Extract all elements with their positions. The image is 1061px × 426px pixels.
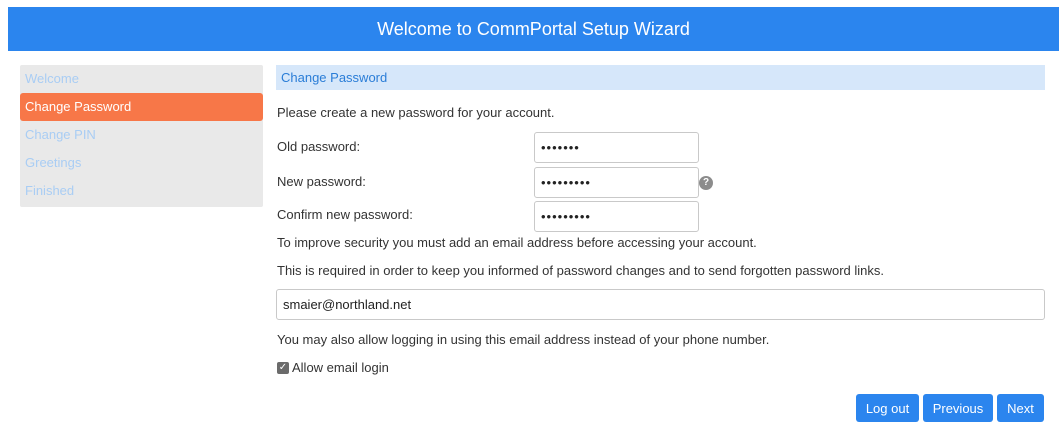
old-password-label: Old password: [277, 139, 361, 154]
change-password-panel: Change Password Please create a new pass… [276, 65, 1045, 426]
sidebar-item-change-pin[interactable]: Change PIN [20, 121, 263, 149]
old-password-field[interactable]: ••••••• [534, 132, 699, 163]
email-field[interactable]: smaier@northland.net [276, 289, 1045, 320]
security-note: To improve security you must add an emai… [277, 235, 757, 250]
intro-text: Please create a new password for your ac… [277, 105, 555, 120]
allow-email-login-checkbox[interactable]: ✓ [277, 362, 289, 374]
confirm-password-field[interactable]: ••••••••• [534, 201, 699, 232]
previous-button[interactable]: Previous [923, 394, 993, 422]
sidebar-item-welcome[interactable]: Welcome [20, 65, 263, 93]
wizard-header: Welcome to CommPortal Setup Wizard [8, 7, 1059, 51]
new-password-label: New password: [277, 174, 366, 189]
sidebar-item-change-password[interactable]: Change Password [20, 93, 263, 121]
confirm-password-label: Confirm new password: [277, 207, 413, 222]
sidebar-item-finished[interactable]: Finished [20, 177, 263, 205]
allow-email-login-label[interactable]: Allow email login [292, 360, 389, 375]
wizard-steps-sidebar: Welcome Change Password Change PIN Greet… [20, 65, 263, 207]
sidebar-item-greetings[interactable]: Greetings [20, 149, 263, 177]
help-icon[interactable]: ? [699, 176, 713, 190]
new-password-field[interactable]: ••••••••• [534, 167, 699, 198]
wizard-title: Welcome to CommPortal Setup Wizard [377, 18, 690, 39]
logout-button[interactable]: Log out [856, 394, 919, 422]
email-login-note: You may also allow logging in using this… [277, 332, 770, 347]
next-button[interactable]: Next [997, 394, 1044, 422]
section-title: Change Password [276, 65, 1045, 90]
required-note: This is required in order to keep you in… [277, 263, 885, 278]
